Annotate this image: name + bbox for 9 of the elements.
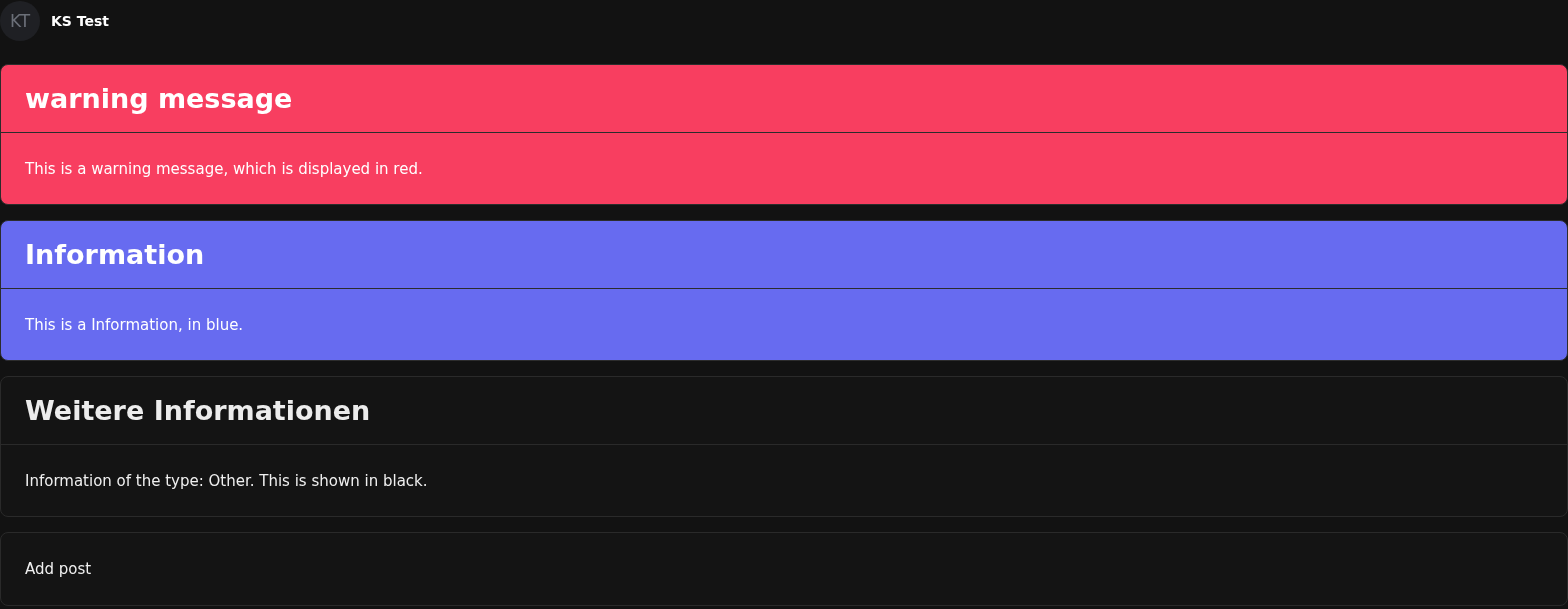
avatar-initials: KT (0, 1, 40, 41)
message-text: This is a Information, in blue. (25, 316, 245, 334)
message-text: Information of the type: Other. This is shown in black. (25, 472, 429, 490)
add-post-button[interactable]: Add post (0, 532, 1568, 606)
message-title: Weitere Informationen (25, 394, 372, 428)
user-name: KS Test (51, 13, 110, 29)
message-text: This is a warning message, which is displayed in red. (25, 160, 424, 178)
message-title: Information (25, 238, 206, 272)
message-title: warning message (25, 82, 294, 116)
